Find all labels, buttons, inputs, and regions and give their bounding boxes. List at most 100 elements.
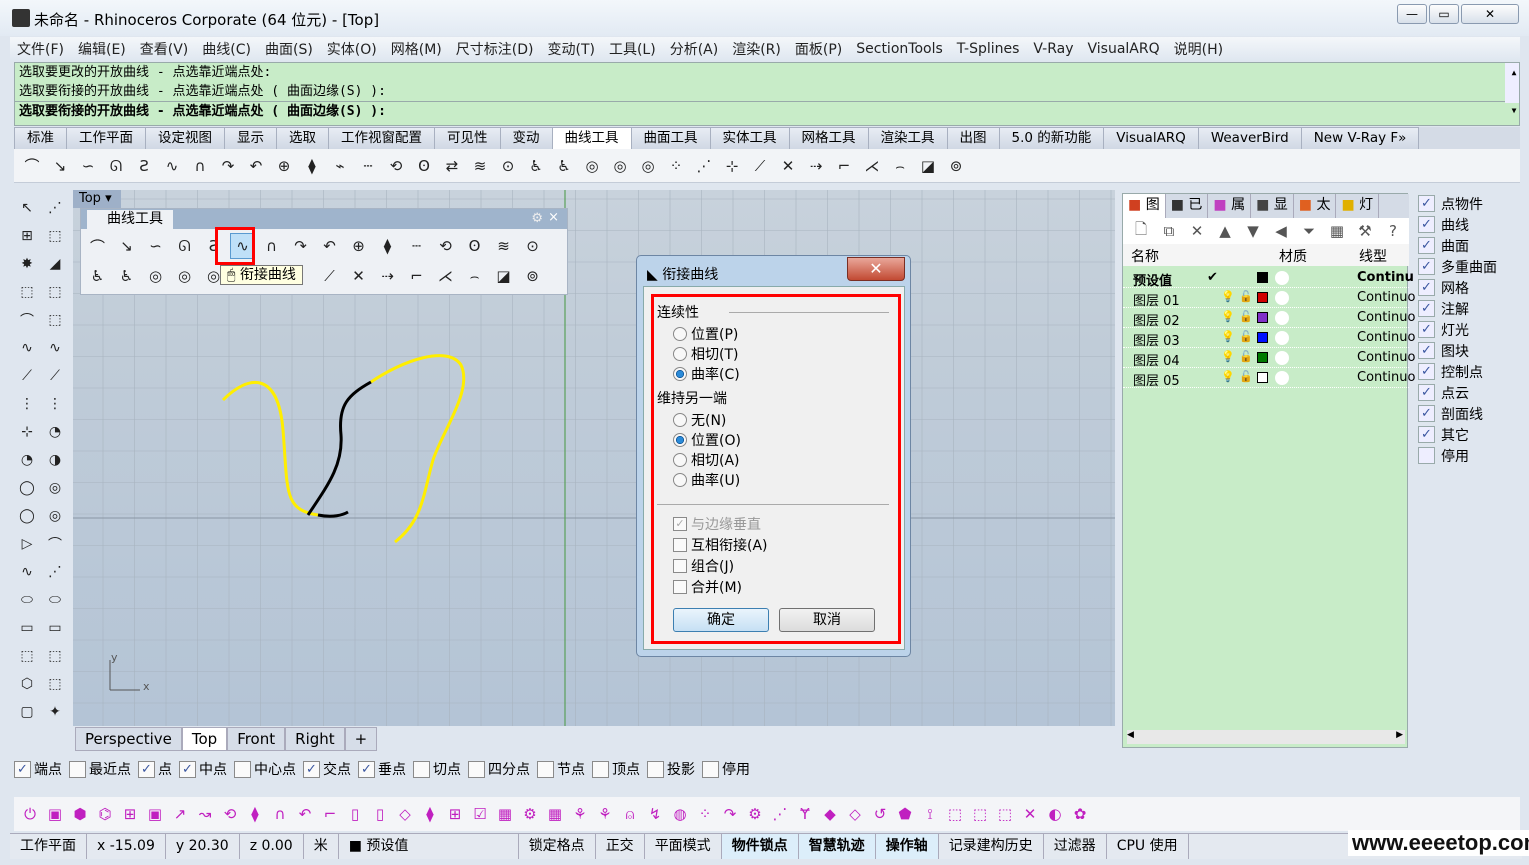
insert-icon[interactable]: ⊹: [720, 154, 744, 178]
curve-tool-icon[interactable]: ⌢: [462, 263, 487, 289]
osnap-checkbox[interactable]: [234, 760, 251, 778]
left-tool-icon[interactable]: ⬭: [16, 588, 38, 612]
left-tool-icon[interactable]: ◢: [44, 252, 66, 276]
plugin-tool-icon[interactable]: ↯: [643, 802, 667, 826]
menu-item[interactable]: SectionTools: [849, 41, 950, 57]
checkbox[interactable]: ✓: [1418, 321, 1435, 338]
curve-tool-icon[interactable]: ʘ: [462, 233, 487, 259]
history-scrollbar[interactable]: ▲ ▼: [1505, 63, 1519, 115]
checkbox[interactable]: ✓: [1418, 426, 1435, 443]
tab[interactable]: 曲面工具: [630, 127, 711, 149]
tab[interactable]: 标准: [14, 127, 67, 149]
plugin-tool-icon[interactable]: ∩: [268, 802, 292, 826]
kink-icon[interactable]: ⌐: [832, 154, 856, 178]
menu-item[interactable]: 分析(A): [663, 39, 726, 59]
layer-row[interactable]: 图层 03 💡 🔓 Continuo: [1123, 328, 1415, 349]
osnap-checkbox[interactable]: [592, 760, 609, 778]
left-tool-icon[interactable]: ◯: [16, 476, 38, 500]
menu-item[interactable]: T-Splines: [950, 41, 1027, 57]
curve-points-icon[interactable]: ⋰: [692, 154, 716, 178]
adjustable-blend-icon[interactable]: ᘏ: [104, 154, 128, 178]
sweep-icon[interactable]: ≋: [468, 154, 492, 178]
plugin-tool-icon[interactable]: ↺: [868, 802, 892, 826]
fair2-icon[interactable]: ◎: [636, 154, 660, 178]
plugin-tool-icon[interactable]: ⬟: [893, 802, 917, 826]
status-toggle[interactable]: 记录建构历史: [939, 834, 1044, 859]
osnap-checkbox[interactable]: [468, 760, 485, 778]
curve-adjusted[interactable]: [306, 380, 372, 518]
plugin-tool-icon[interactable]: ⋰: [768, 802, 792, 826]
plugin-tool-icon[interactable]: ⌬: [93, 802, 117, 826]
left-tool-icon[interactable]: ⟋: [16, 364, 38, 388]
dash-icon[interactable]: ┄: [356, 154, 380, 178]
viewport-label[interactable]: Top ▾: [73, 190, 121, 208]
curve-tool-icon[interactable]: ↷: [288, 233, 313, 259]
status-toggle[interactable]: 智慧轨迹: [798, 834, 876, 859]
layer-tool-icon[interactable]: ⏷: [1297, 219, 1321, 243]
left-tool-icon[interactable]: ⌒: [16, 308, 38, 332]
layer-linetype[interactable]: Continuo: [1357, 370, 1415, 385]
tab[interactable]: 出图: [946, 127, 1000, 149]
layer-tool-icon[interactable]: ◀: [1269, 219, 1293, 243]
lightbulb-icon[interactable]: 💡: [1221, 330, 1235, 343]
plugin-tool-icon[interactable]: ↷: [718, 802, 742, 826]
curve-tool-icon[interactable]: ♿: [85, 263, 110, 289]
plugin-tool-icon[interactable]: ◍: [668, 802, 692, 826]
filter-5[interactable]: ✓ 注解: [1413, 298, 1521, 319]
layer-color-swatch[interactable]: [1257, 372, 1268, 383]
material-icon[interactable]: [1275, 351, 1289, 365]
tab[interactable]: 显示: [224, 127, 277, 149]
fair-icon[interactable]: ⇄: [440, 154, 464, 178]
left-tool-icon[interactable]: ▭: [44, 616, 66, 640]
corner-icon[interactable]: ⋌: [860, 154, 884, 178]
left-tool-icon[interactable]: ⋰: [44, 196, 66, 220]
checkbox[interactable]: ✓: [1418, 384, 1435, 401]
plugin-tool-icon[interactable]: ✕: [1018, 802, 1042, 826]
layer-row[interactable]: 图层 01 💡 🔓 Continuo: [1123, 288, 1415, 309]
left-tool-icon[interactable]: ∿: [16, 336, 38, 360]
menu-item[interactable]: 编辑(E): [71, 39, 133, 59]
left-tool-icon[interactable]: ◔: [44, 420, 66, 444]
curve-tool-icon[interactable]: ⌒: [85, 233, 110, 259]
left-tool-icon[interactable]: ✦: [44, 700, 66, 724]
plugin-tool-icon[interactable]: ⊞: [443, 802, 467, 826]
curve-tool-icon[interactable]: ↘: [114, 233, 139, 259]
layer-linetype[interactable]: Continuo: [1357, 350, 1415, 365]
layer-row[interactable]: 图层 02 💡 🔓 Continuo: [1123, 308, 1415, 329]
plugin-tool-icon[interactable]: ⚙: [743, 802, 767, 826]
left-tool-icon[interactable]: ▢: [16, 700, 38, 724]
delete-point-icon[interactable]: ✕: [776, 154, 800, 178]
command-prompt[interactable]: 选取要衔接的开放曲线 - 点选靠近端点处 ( 曲面边缘(S) ):: [15, 101, 1519, 120]
viewport-tab[interactable]: +: [344, 727, 378, 751]
tab[interactable]: 网格工具: [788, 127, 869, 149]
checkbox[interactable]: [1418, 447, 1435, 464]
menu-item[interactable]: 说明(H): [1167, 39, 1230, 59]
layer-tool-icon[interactable]: ▦: [1325, 219, 1349, 243]
lightbulb-icon[interactable]: 💡: [1221, 290, 1235, 303]
viewport-tab[interactable]: Top: [181, 727, 228, 751]
viewport-tab[interactable]: Right: [285, 727, 345, 751]
filter-3[interactable]: ✓ 多重曲面: [1413, 256, 1521, 277]
filter-0[interactable]: ✓ 点物件: [1413, 193, 1521, 214]
minimize-button[interactable]: —: [1397, 4, 1427, 24]
panel-tab[interactable]: ■ 灯: [1336, 194, 1380, 218]
layer-tool-icon[interactable]: ✕: [1185, 219, 1209, 243]
menu-item[interactable]: 查看(V): [133, 39, 196, 59]
checkbox[interactable]: ✓: [1418, 300, 1435, 317]
checkbox[interactable]: ✓: [1418, 237, 1435, 254]
layer-row[interactable]: 图层 04 💡 🔓 Continuo: [1123, 348, 1415, 369]
tab[interactable]: 5.0 的新功能: [998, 127, 1105, 149]
left-tool-icon[interactable]: ⌒: [44, 532, 66, 556]
lightbulb-icon[interactable]: 💡: [1221, 310, 1235, 323]
left-tool-icon[interactable]: ◑: [44, 448, 66, 472]
status-toggle[interactable]: 锁定格点: [519, 834, 596, 859]
curve-tool-icon[interactable]: ✕: [346, 263, 371, 289]
plugin-tool-icon[interactable]: ⬚: [943, 802, 967, 826]
chamfer-icon[interactable]: ↘: [48, 154, 72, 178]
plugin-tool-icon[interactable]: ▣: [143, 802, 167, 826]
plugin-tool-icon[interactable]: ↗: [168, 802, 192, 826]
left-tool-icon[interactable]: ⊞: [16, 224, 38, 248]
tab[interactable]: 实体工具: [709, 127, 790, 149]
left-tool-icon[interactable]: ⬚: [16, 644, 38, 668]
tab[interactable]: 曲线工具: [551, 127, 632, 149]
